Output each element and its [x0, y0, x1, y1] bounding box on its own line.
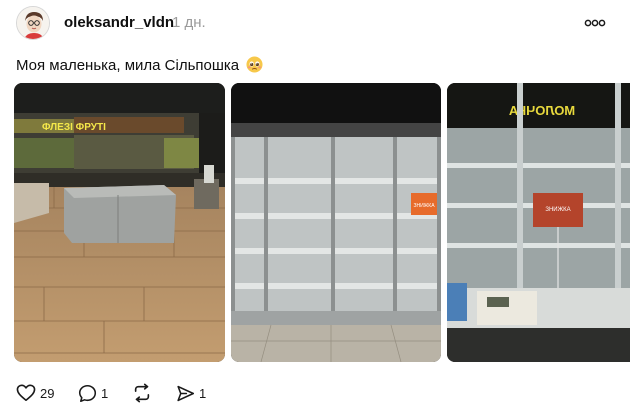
- post-text-content: Моя маленька, мила Сільпошка: [16, 57, 240, 74]
- photo-store-empty-hall[interactable]: ФЛЕЗІ ФРУТІ: [14, 83, 225, 362]
- price-sign-text: ЗНИЖКА: [413, 203, 435, 209]
- post-card: oleksandr_vldn 1 дн. Моя маленька, мила …: [0, 0, 630, 416]
- photo-empty-fridges[interactable]: ЗНИЖКА: [231, 83, 441, 362]
- author-username[interactable]: oleksandr_vldn: [64, 14, 174, 31]
- repost-icon: [134, 383, 150, 403]
- send-icon: [177, 385, 195, 401]
- reply-count: 1: [101, 385, 109, 401]
- avatar-illustration: [17, 7, 49, 39]
- neon-sign-text: ФЛЕЗІ ФРУТІ: [42, 122, 106, 133]
- more-button[interactable]: [582, 12, 608, 34]
- comment-icon: [78, 384, 97, 402]
- like-button[interactable]: 29: [16, 382, 54, 404]
- more-icon: [584, 19, 606, 27]
- pleading-face-emoji: [246, 56, 263, 77]
- share-button[interactable]: 1: [176, 382, 206, 404]
- avatar[interactable]: [16, 6, 50, 40]
- post-time: 1 дн.: [172, 14, 206, 31]
- share-count: 1: [199, 385, 207, 401]
- price-sign-text-2: ЗНИЖКА: [545, 207, 570, 213]
- photo-empty-dairy-shelves[interactable]: МОЛОЧКА ЗНИЖКА: [447, 83, 630, 362]
- post-text: Моя маленька, мила Сільпошка: [16, 56, 263, 77]
- heart-icon: [16, 384, 36, 402]
- like-count: 29: [40, 385, 55, 401]
- reply-button[interactable]: 1: [78, 382, 108, 404]
- repost-button[interactable]: [132, 382, 156, 404]
